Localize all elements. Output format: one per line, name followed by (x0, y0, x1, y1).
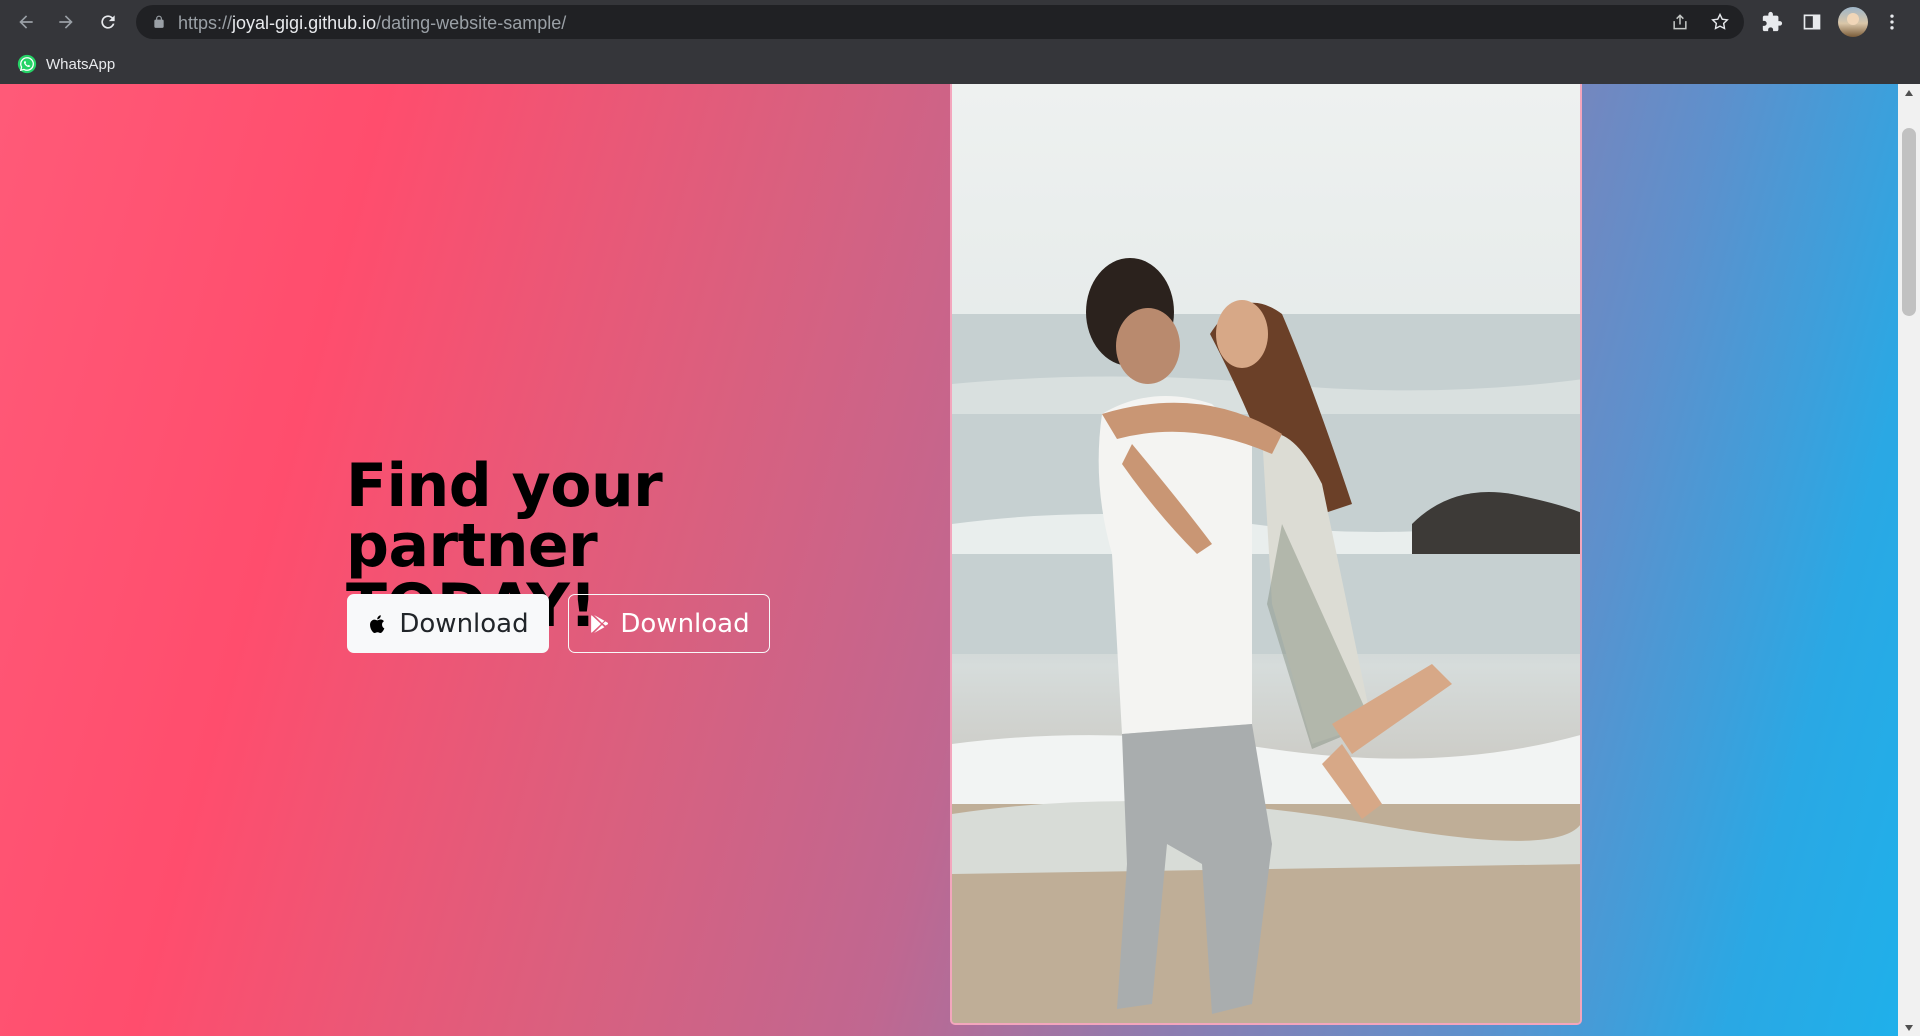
menu-button[interactable] (1880, 10, 1904, 34)
scroll-down-arrow[interactable] (1898, 1019, 1920, 1036)
lock-icon (154, 15, 164, 28)
reload-button[interactable] (92, 6, 124, 38)
url-text: https://joyal-gigi.github.io/dating-webs… (178, 13, 566, 34)
reload-icon (101, 15, 115, 29)
share-icon[interactable] (1670, 12, 1690, 32)
google-play-icon (591, 614, 609, 633)
bookmarks-bar: WhatsApp (0, 44, 1920, 84)
bookmark-whatsapp[interactable]: WhatsApp (8, 50, 123, 78)
url-host: joyal-gigi.github.io (232, 13, 377, 33)
forward-button[interactable] (50, 6, 82, 38)
download-android-label: Download (620, 608, 750, 639)
url-path: /dating-website-sample/ (376, 13, 567, 33)
hero-photo-couple (950, 84, 1582, 1025)
page-viewport: Find your partner TODAY! Download Downlo… (0, 84, 1920, 1036)
browser-toolbar: https://joyal-gigi.github.io/dating-webs… (0, 0, 1920, 44)
download-android-button[interactable]: Download (568, 594, 770, 653)
headline-line-1: Find your partner (346, 451, 663, 581)
scroll-up-arrow[interactable] (1898, 84, 1920, 101)
whatsapp-icon (17, 54, 37, 74)
hero-section: Find your partner TODAY! Download Downlo… (0, 84, 1898, 1036)
side-panel-button[interactable] (1800, 10, 1824, 34)
download-ios-label: Download (399, 608, 529, 639)
address-bar[interactable]: https://joyal-gigi.github.io/dating-webs… (136, 5, 1744, 39)
scrollbar-thumb[interactable] (1902, 128, 1916, 316)
kebab-menu-icon (1890, 14, 1894, 30)
puzzle-icon (1762, 11, 1783, 32)
caret-up-icon (1905, 89, 1913, 96)
browser-chrome: https://joyal-gigi.github.io/dating-webs… (0, 0, 1920, 84)
url-scheme: https:// (178, 13, 233, 33)
caret-down-icon (1905, 1024, 1913, 1031)
download-ios-button[interactable]: Download (347, 594, 549, 653)
apple-icon (370, 614, 385, 633)
bookmark-label: WhatsApp (46, 55, 116, 73)
arrow-right-icon (59, 15, 73, 29)
arrow-left-icon (19, 15, 33, 29)
couple-beach-illustration (952, 258, 1580, 1023)
vertical-scrollbar[interactable] (1898, 84, 1920, 1036)
bookmark-star-icon[interactable] (1710, 12, 1730, 32)
side-panel-icon (1803, 14, 1821, 30)
profile-avatar[interactable] (1838, 7, 1868, 37)
back-button[interactable] (10, 6, 42, 38)
extensions-button[interactable] (1760, 10, 1784, 34)
